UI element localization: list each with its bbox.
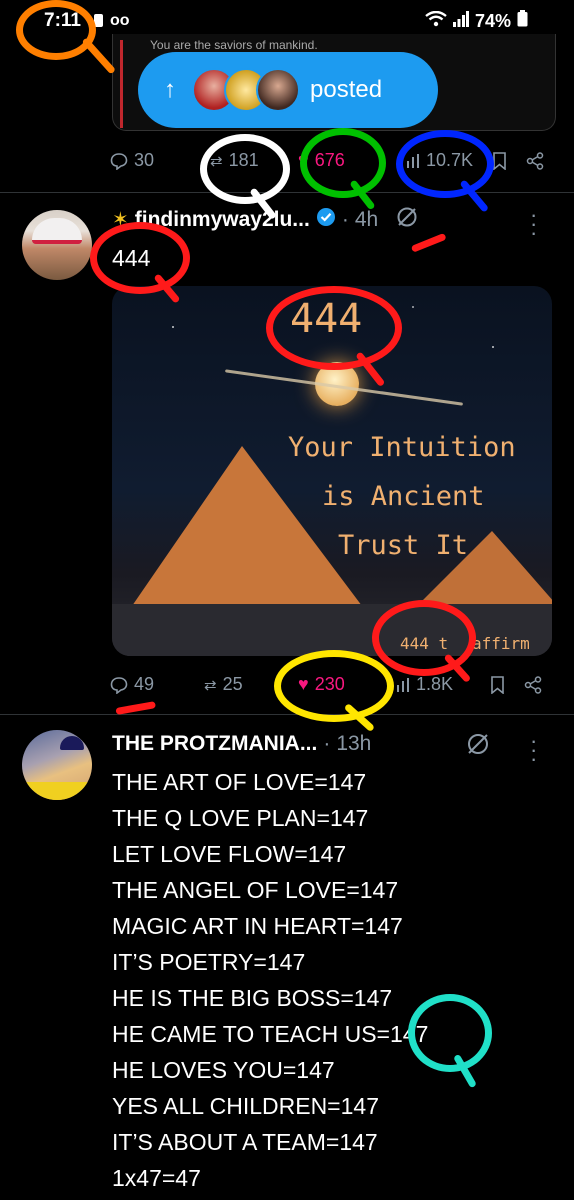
grok-icon[interactable] (396, 206, 418, 233)
text-line: IT’S ABOUT A TEAM=147 (112, 1129, 378, 1155)
reply-icon (110, 152, 128, 170)
avatar (256, 68, 300, 112)
avatar[interactable] (22, 730, 92, 800)
reply-button[interactable]: 30 (110, 150, 154, 171)
repost-count: 25 (222, 674, 243, 694)
text-line: THE Q LOVE PLAN=147 (112, 805, 369, 831)
red-marker-circle (90, 222, 190, 294)
pyramid-large (132, 446, 362, 606)
bookmark-icon[interactable] (490, 676, 505, 699)
views-button[interactable]: 1.8K (396, 674, 453, 695)
image-caption-right: affirm (472, 634, 530, 653)
text-line: THE ANGEL OF LOVE=147 (112, 877, 399, 903)
share-icon[interactable] (524, 676, 542, 699)
text-line: THE ART OF LOVE=147 (112, 769, 367, 795)
wifi-icon (425, 10, 447, 32)
red-marker-circle (372, 600, 476, 676)
red-marker-underline (115, 701, 157, 715)
post2-header: THE PROTZMANIA... · 13h (112, 732, 372, 756)
green-marker-circle (300, 128, 386, 198)
yellow-marker-circle (274, 650, 394, 722)
text-line: HE CAME TO TEACH US=147 (112, 1021, 429, 1047)
text-line: HE IS THE BIG BOSS=147 (112, 985, 393, 1011)
text-line: LET LOVE FLOW=147 (112, 841, 347, 867)
poster-avatars (192, 68, 300, 112)
battery-icon (517, 10, 528, 32)
view-count: 1.8K (416, 674, 454, 694)
text-line: MAGIC ART IN HEART=147 (112, 913, 403, 939)
red-marker-circle (266, 286, 402, 370)
divider (0, 192, 574, 193)
quoted-text: You are the saviors of mankind. (150, 38, 318, 52)
voicemail-icon: oo (110, 12, 130, 29)
bookmark-icon[interactable] (492, 152, 507, 175)
red-marker-underline (410, 232, 447, 253)
arrow-up-icon: ↑ (164, 76, 176, 103)
signal-icon (452, 10, 469, 32)
quote-accent-bar (120, 40, 123, 128)
views-icon (397, 677, 409, 692)
more-icon[interactable]: · · · (530, 730, 537, 770)
pyramid-small (412, 531, 552, 611)
text-line: HE LOVES YOU=147 (112, 1057, 335, 1083)
posted-label: posted (310, 76, 383, 103)
reply-count: 30 (134, 150, 155, 170)
verified-badge-icon (316, 207, 336, 232)
divider (0, 714, 574, 715)
new-posts-pill[interactable]: ↑ posted (138, 52, 438, 128)
reply-count: 49 (134, 674, 155, 694)
text-line: IT’S POETRY=147 (112, 949, 306, 975)
reply-button[interactable]: 49 (110, 674, 154, 695)
teal-marker-circle (408, 994, 492, 1072)
more-icon[interactable]: · · · (530, 204, 537, 244)
white-marker-circle (200, 134, 290, 204)
text-line: 1x47=47 (112, 1165, 201, 1191)
post1-time: 4h (354, 207, 379, 231)
orange-marker-tail (81, 37, 117, 75)
battery-text: 74% (474, 10, 511, 31)
reply-icon (110, 676, 128, 694)
orange-marker-circle (16, 0, 96, 60)
blue-marker-circle (396, 130, 494, 198)
status-right: 74% (425, 10, 528, 32)
grok-icon[interactable] (466, 732, 490, 761)
text-line: YES ALL CHILDREN=147 (112, 1093, 379, 1119)
post2-display-name[interactable]: THE PROTZMANIA... (112, 732, 317, 756)
repost-button[interactable]: ⇄ 25 (204, 674, 243, 695)
avatar[interactable] (22, 210, 92, 280)
post2-text: THE ART OF LOVE=147 THE Q LOVE PLAN=147 … (112, 764, 428, 1196)
post2-time: 13h (336, 732, 372, 755)
share-icon[interactable] (526, 152, 544, 175)
repost-icon: ⇄ (204, 676, 217, 694)
